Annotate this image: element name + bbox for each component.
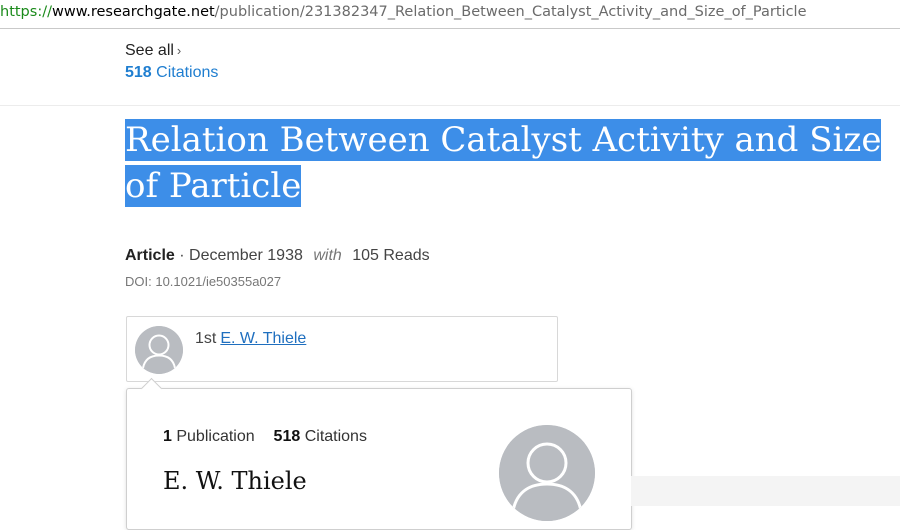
background-panel xyxy=(631,476,900,506)
article-date: · December 1938 xyxy=(179,247,303,264)
article-type: Article xyxy=(125,247,175,264)
article-meta: Article · December 1938 with 105 Reads xyxy=(125,247,430,265)
popup-author-name[interactable]: E. W. Thiele xyxy=(163,467,307,495)
see-all-link[interactable]: See all › xyxy=(125,42,181,60)
with-word: with xyxy=(313,247,342,264)
citations-count: 518 xyxy=(125,64,152,81)
header-divider xyxy=(0,105,900,106)
publications-label: Publication xyxy=(176,428,255,445)
url-scheme: https:// xyxy=(0,4,52,20)
article-reads: 105 Reads xyxy=(352,247,430,264)
author-name-link[interactable]: E. W. Thiele xyxy=(220,330,306,347)
url-path: /publication/231382347_Relation_Between_… xyxy=(214,4,807,20)
user-silhouette-icon[interactable] xyxy=(135,326,183,374)
chevron-right-icon: › xyxy=(176,43,182,58)
popup-citations-count: 518 xyxy=(273,428,301,445)
author-stats: 1 Publication 518 Citations xyxy=(163,428,367,446)
citations-label: Citations xyxy=(156,64,219,81)
author-popup: 1 Publication 518 Citations E. W. Thiele xyxy=(126,377,632,530)
user-silhouette-icon[interactable] xyxy=(499,425,595,521)
article-title: Relation Between Catalyst Activity and S… xyxy=(125,117,900,209)
article-doi: DOI: 10.1021/ie50355a027 xyxy=(125,274,282,289)
author-card[interactable]: 1st E. W. Thiele xyxy=(126,316,558,382)
browser-url-bar[interactable]: https://www.researchgate.net/publication… xyxy=(0,0,900,29)
author-line: 1st E. W. Thiele xyxy=(195,330,306,348)
see-all-label: See all xyxy=(125,42,174,59)
citations-link[interactable]: 518 Citations xyxy=(125,64,218,82)
article-title-text: Relation Between Catalyst Activity and S… xyxy=(125,119,882,207)
publications-count: 1 xyxy=(163,428,172,445)
popup-citations-label: Citations xyxy=(304,428,367,445)
url-host: www.researchgate.net xyxy=(51,4,215,20)
author-ordinal: 1st xyxy=(195,330,217,347)
